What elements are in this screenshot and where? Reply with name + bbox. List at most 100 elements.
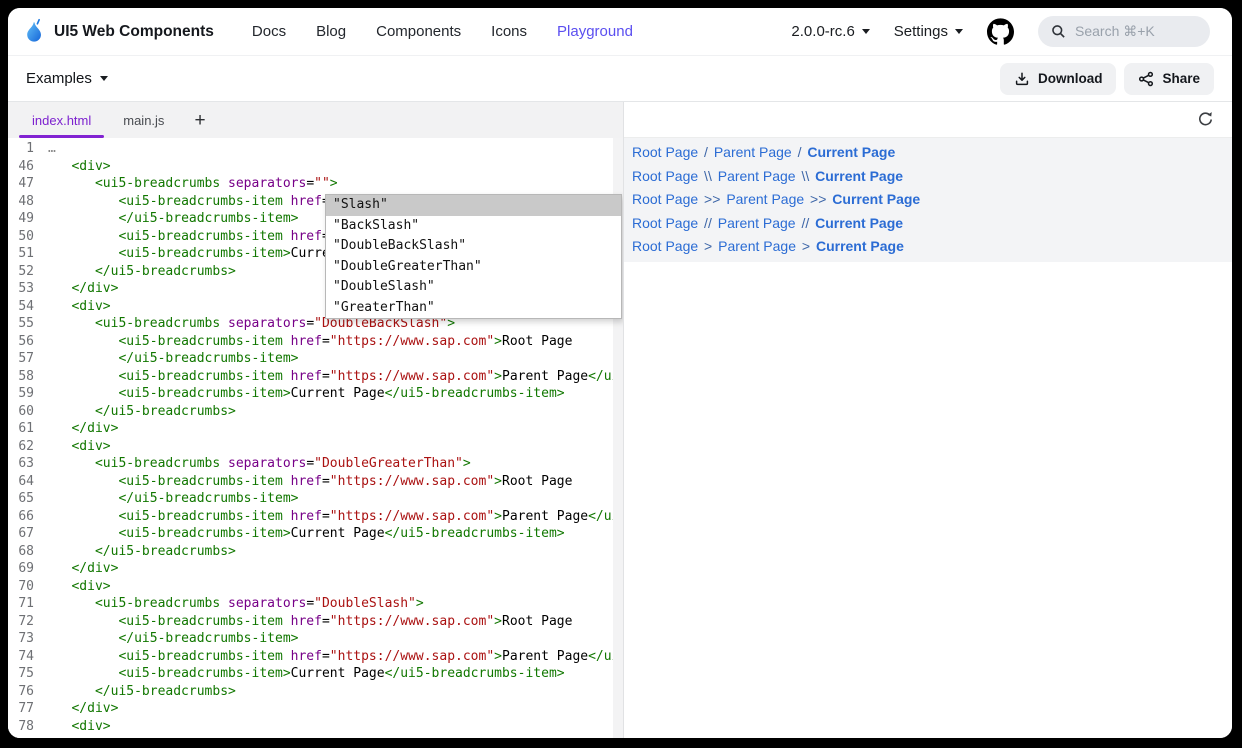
breadcrumb-link[interactable]: Root Page	[632, 215, 698, 231]
code-line: 61 </div>	[8, 420, 623, 438]
code-line-text: …	[48, 140, 623, 158]
main-nav: Docs Blog Components Icons Playground	[252, 23, 633, 40]
tab-index-html[interactable]: index.html	[16, 102, 107, 138]
code-line: 58 <ui5-breadcrumbs-item href="https://w…	[8, 368, 623, 386]
line-number: 65	[8, 490, 48, 508]
code-line-text: <ui5-breadcrumbs-item href="https://www.…	[48, 333, 623, 351]
brand[interactable]: UI5 Web Components	[24, 18, 214, 45]
line-number: 74	[8, 648, 48, 666]
refresh-button[interactable]	[1197, 111, 1214, 128]
code-line: 47 <ui5-breadcrumbs separators="">	[8, 175, 623, 193]
breadcrumb-row: Root Page / Parent Page / Current Page	[624, 141, 1232, 165]
line-number: 76	[8, 683, 48, 701]
breadcrumb-link[interactable]: Root Page	[632, 238, 698, 254]
github-icon	[987, 18, 1014, 45]
code-line: 74 <ui5-breadcrumbs-item href="https://w…	[8, 648, 623, 666]
code-line-text: </ui5-breadcrumbs-item>	[48, 630, 623, 648]
breadcrumb-separator: //	[698, 215, 718, 231]
share-icon	[1138, 71, 1154, 87]
autocomplete-item[interactable]: "DoubleBackSlash"	[326, 236, 621, 257]
settings-dropdown[interactable]: Settings	[894, 23, 963, 40]
autocomplete-item[interactable]: "GreaterThan"	[326, 298, 621, 319]
line-number: 58	[8, 368, 48, 386]
breadcrumb-separator: >>	[804, 191, 832, 207]
line-number: 49	[8, 210, 48, 228]
breadcrumb-link[interactable]: Parent Page	[718, 215, 796, 231]
line-number: 56	[8, 333, 48, 351]
breadcrumb-separator: /	[792, 144, 808, 160]
line-number: 55	[8, 315, 48, 333]
breadcrumb-link[interactable]: Parent Page	[714, 144, 792, 160]
share-button[interactable]: Share	[1124, 63, 1214, 95]
download-label: Download	[1038, 71, 1103, 86]
editor-tabbar: index.html main.js +	[8, 102, 623, 138]
line-number: 63	[8, 455, 48, 473]
code-line-text: <div>	[48, 158, 623, 176]
line-number: 75	[8, 665, 48, 683]
code-line-text: <ui5-breadcrumbs separators="DoubleSlash…	[48, 595, 623, 613]
line-number: 52	[8, 263, 48, 281]
code-line-text: <ui5-breadcrumbs-item>Current Page</ui5-…	[48, 525, 623, 543]
search-placeholder: Search ⌘+K	[1075, 23, 1155, 40]
code-line: 60 </ui5-breadcrumbs>	[8, 403, 623, 421]
fold-placeholder[interactable]: …	[48, 141, 56, 156]
line-number: 51	[8, 245, 48, 263]
ui5-logo-icon	[24, 18, 46, 45]
examples-dropdown[interactable]: Examples	[26, 70, 108, 87]
autocomplete-item[interactable]: "BackSlash"	[326, 216, 621, 237]
code-line-text: </div>	[48, 700, 623, 718]
playground-main: index.html main.js + 1…46 <div>47 <ui5-b…	[8, 102, 1232, 738]
nav-item-docs[interactable]: Docs	[252, 23, 286, 40]
breadcrumb-link[interactable]: Root Page	[632, 168, 698, 184]
line-number: 69	[8, 560, 48, 578]
code-editor[interactable]: 1…46 <div>47 <ui5-breadcrumbs separators…	[8, 138, 623, 738]
download-button[interactable]: Download	[1000, 63, 1117, 95]
search-icon	[1051, 24, 1066, 39]
breadcrumb-link[interactable]: Parent Page	[718, 238, 796, 254]
add-tab-button[interactable]: +	[180, 111, 219, 130]
nav-item-icons[interactable]: Icons	[491, 23, 527, 40]
code-line: 46 <div>	[8, 158, 623, 176]
tab-main-js[interactable]: main.js	[107, 102, 180, 138]
breadcrumb-link[interactable]: Parent Page	[718, 168, 796, 184]
version-dropdown[interactable]: 2.0.0-rc.6	[791, 23, 869, 40]
breadcrumb-link[interactable]: Root Page	[632, 191, 698, 207]
breadcrumb-link[interactable]: Parent Page	[726, 191, 804, 207]
breadcrumb-current: Current Page	[815, 215, 903, 231]
autocomplete-item[interactable]: "DoubleSlash"	[326, 277, 621, 298]
chevron-down-icon	[862, 29, 870, 34]
autocomplete-item[interactable]: "Slash"	[326, 195, 621, 216]
line-number: 57	[8, 350, 48, 368]
code-line: 72 <ui5-breadcrumbs-item href="https://w…	[8, 613, 623, 631]
line-number: 73	[8, 630, 48, 648]
github-link[interactable]	[987, 18, 1014, 45]
nav-item-components[interactable]: Components	[376, 23, 461, 40]
settings-label: Settings	[894, 23, 948, 40]
code-line-text: <ui5-breadcrumbs separators="DoubleGreat…	[48, 455, 623, 473]
code-line: 77 </div>	[8, 700, 623, 718]
chevron-down-icon	[955, 29, 963, 34]
toolbar-actions: Download Share	[1000, 63, 1214, 95]
breadcrumb-separator: >	[796, 238, 816, 254]
line-number: 1	[8, 140, 48, 158]
line-number: 46	[8, 158, 48, 176]
nav-item-playground[interactable]: Playground	[557, 23, 633, 40]
code-line-text: </ui5-breadcrumbs-item>	[48, 490, 623, 508]
code-line: 66 <ui5-breadcrumbs-item href="https://w…	[8, 508, 623, 526]
code-line-text: <ui5-breadcrumbs-item href="https://www.…	[48, 613, 623, 631]
code-line-text: </ui5-breadcrumbs>	[48, 403, 623, 421]
code-line: 57 </ui5-breadcrumbs-item>	[8, 350, 623, 368]
code-line-text: </ui5-breadcrumbs>	[48, 543, 623, 561]
nav-item-blog[interactable]: Blog	[316, 23, 346, 40]
share-label: Share	[1162, 71, 1200, 86]
breadcrumb-link[interactable]: Root Page	[632, 144, 698, 160]
line-number: 59	[8, 385, 48, 403]
line-number: 50	[8, 228, 48, 246]
search-input[interactable]: Search ⌘+K	[1038, 16, 1210, 47]
tab-label: index.html	[32, 113, 91, 128]
autocomplete-popup: "Slash""BackSlash""DoubleBackSlash""Doub…	[325, 194, 622, 319]
code-line-text: <ui5-breadcrumbs-item href="https://www.…	[48, 473, 623, 491]
line-number: 64	[8, 473, 48, 491]
autocomplete-item[interactable]: "DoubleGreaterThan"	[326, 257, 621, 278]
code-line-text: <ui5-breadcrumbs-item href="https://www.…	[48, 368, 623, 386]
